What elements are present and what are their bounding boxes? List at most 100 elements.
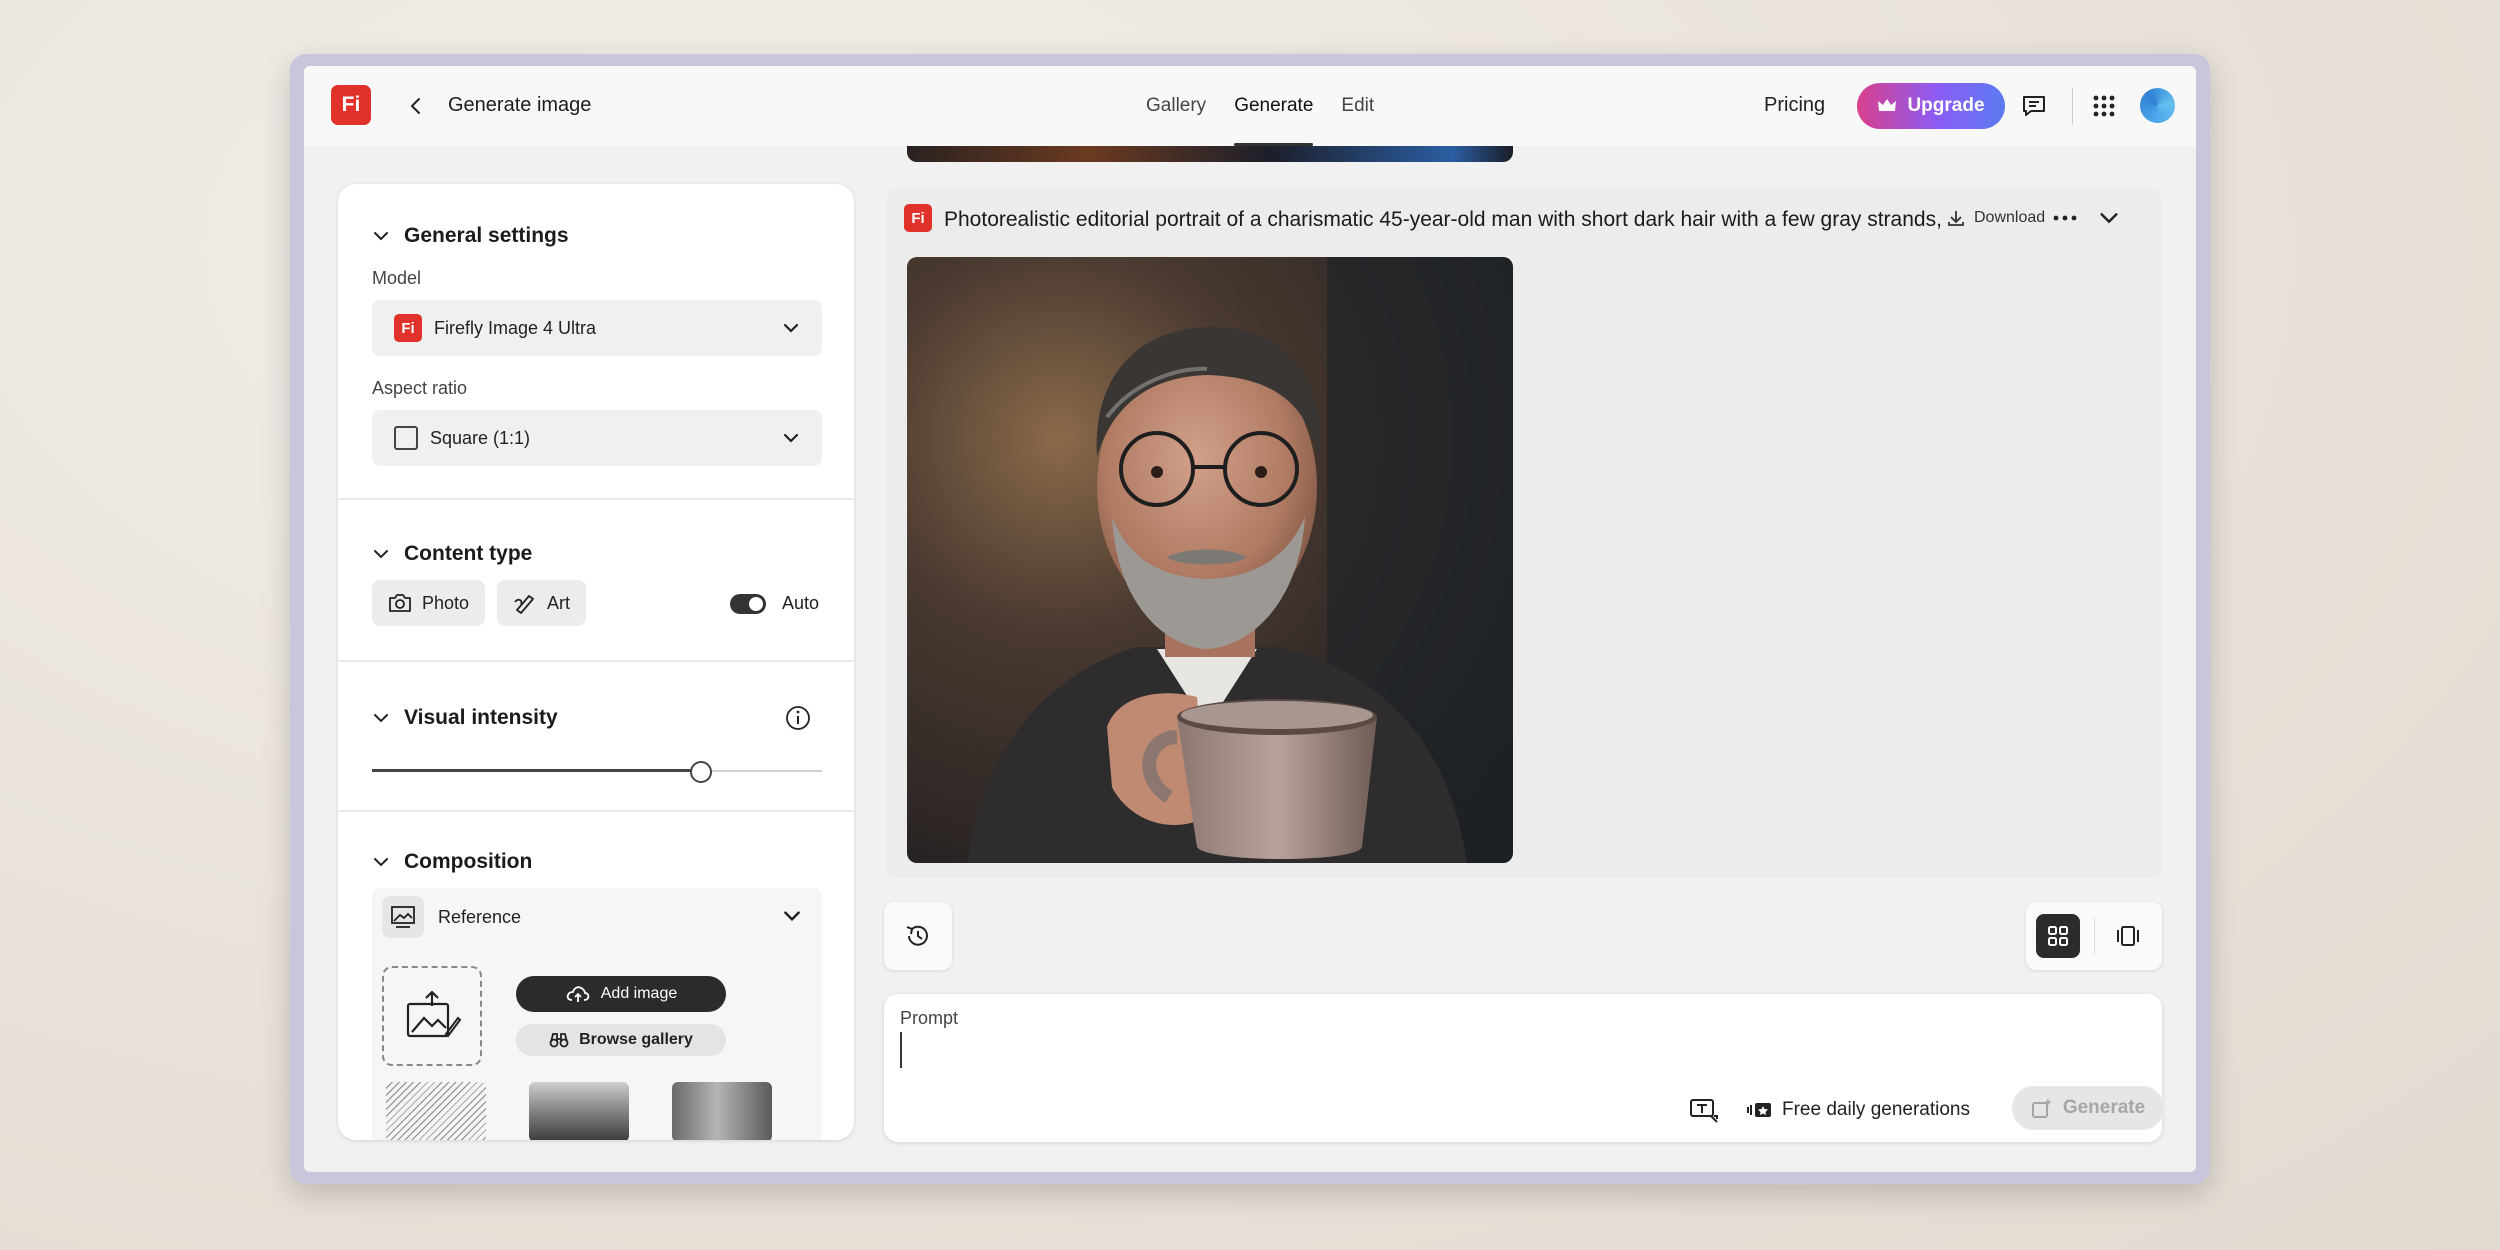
app-window: Fi Generate image Gallery Generate Edit …: [304, 66, 2196, 1172]
chevron-down-icon: [374, 858, 388, 867]
intensity-slider-fill: [372, 769, 701, 772]
download-button[interactable]: Download: [1946, 208, 2045, 228]
feedback-button[interactable]: [2016, 88, 2052, 124]
top-bar: Fi Generate image Gallery Generate Edit …: [304, 66, 2196, 146]
general-settings-header[interactable]: General settings: [372, 224, 569, 248]
tab-edit[interactable]: Edit: [1327, 66, 1388, 146]
result-prompt: Photorealistic editorial portrait of a c…: [944, 208, 1942, 231]
info-icon[interactable]: [784, 704, 812, 732]
chevron-down-icon: [783, 323, 799, 333]
grid-view-icon: [2048, 926, 2068, 946]
free-daily-generations-label: Free daily generations: [1782, 1099, 1970, 1120]
pricing-link[interactable]: Pricing: [1764, 94, 1825, 117]
previous-image-strip[interactable]: [907, 146, 1513, 162]
browse-gallery-button[interactable]: Browse gallery: [516, 1024, 726, 1056]
binoculars-icon: [549, 1033, 569, 1048]
add-image-button[interactable]: Add image: [516, 976, 726, 1012]
generate-label: Generate: [2062, 1097, 2146, 1118]
chevron-down-icon: [374, 714, 388, 723]
portrait-image: [907, 257, 1513, 863]
tab-gallery[interactable]: Gallery: [1132, 66, 1220, 146]
content-type-title: Content type: [404, 542, 533, 565]
aspect-ratio-label: Aspect ratio: [372, 378, 468, 398]
download-icon: [1948, 211, 1964, 226]
single-view-button[interactable]: [2106, 914, 2150, 958]
grid-view-button[interactable]: [2036, 914, 2080, 958]
chevron-down-icon[interactable]: [782, 906, 802, 926]
composition-title: Composition: [404, 850, 533, 873]
credits-button[interactable]: [1744, 1094, 1776, 1126]
history-icon: [906, 925, 928, 946]
apps-button[interactable]: [2086, 88, 2122, 124]
main-nav: Gallery Generate Edit: [1132, 66, 1388, 146]
history-button[interactable]: [884, 902, 952, 970]
download-label: Download: [1974, 209, 2046, 226]
model-dropdown[interactable]: Fi Firefly Image 4 Ultra: [372, 300, 822, 356]
firefly-logo: Fi: [904, 204, 932, 232]
art-label: Art: [547, 592, 571, 613]
auto-label: Auto: [782, 593, 820, 613]
prompt-panel: Prompt Free daily generations Generate: [884, 994, 2164, 1142]
add-image-label: Add image: [600, 985, 678, 1002]
section-divider: [338, 660, 854, 662]
brush-icon: [514, 595, 534, 614]
upload-reference-dropzone[interactable]: [382, 966, 482, 1066]
square-icon: [394, 426, 418, 450]
content-type-header[interactable]: Content type: [372, 542, 532, 566]
chevron-down-icon: [374, 550, 388, 559]
photo-label: Photo: [422, 592, 470, 613]
tab-generate[interactable]: Generate: [1220, 66, 1327, 146]
visual-intensity-header[interactable]: Visual intensity: [372, 706, 558, 730]
chevron-down-icon: [783, 433, 799, 443]
firefly-logo[interactable]: Fi: [331, 85, 371, 125]
intensity-slider-track[interactable]: [372, 769, 822, 772]
reference-thumbnail[interactable]: [672, 1082, 772, 1140]
reference-thumbnail[interactable]: [529, 1082, 629, 1140]
art-option[interactable]: Art: [497, 580, 587, 626]
cloud-upload-icon: [566, 986, 590, 1002]
prompt-label: Prompt: [900, 1008, 959, 1028]
reference-thumbnail[interactable]: [386, 1082, 486, 1140]
generation-result-card: Fi Photorealistic editorial portrait of …: [886, 188, 2162, 878]
generate-button[interactable]: Generate: [2012, 1086, 2164, 1130]
upgrade-button[interactable]: Upgrade: [1857, 83, 2005, 129]
header-divider: [2072, 88, 2073, 124]
section-divider: [338, 810, 854, 812]
prompt-input[interactable]: [900, 1032, 2100, 1068]
user-avatar[interactable]: [2140, 88, 2175, 123]
intensity-slider-handle[interactable]: [689, 761, 712, 783]
firefly-model-logo: Fi: [394, 314, 422, 342]
reference-label: Reference: [438, 907, 522, 927]
chevron-down-icon: [374, 232, 388, 241]
aspect-ratio-value: Square (1:1): [430, 427, 531, 448]
page-title: Generate image: [448, 94, 592, 116]
view-toggle-divider: [2094, 918, 2095, 954]
more-options-icon[interactable]: [2050, 206, 2080, 230]
view-mode-toggle: [2026, 902, 2162, 970]
generate-sparkle-icon: [2031, 1098, 2052, 1118]
text-image-icon: [1690, 1099, 1718, 1123]
text-to-image-settings-button[interactable]: [1688, 1094, 1720, 1126]
chevron-left-icon: [411, 98, 420, 114]
photo-option[interactable]: Photo: [372, 580, 486, 626]
single-view-icon: [2117, 926, 2139, 946]
visual-intensity-title: Visual intensity: [404, 706, 558, 729]
back-button[interactable]: [400, 90, 432, 122]
section-divider: [338, 498, 854, 500]
model-value: Firefly Image 4 Ultra: [434, 317, 597, 338]
model-label: Model: [372, 268, 422, 288]
chat-icon: [2023, 96, 2045, 116]
reference-section: Reference Add image Browse gallery: [372, 888, 822, 1140]
apps-grid-icon: [2093, 95, 2115, 117]
credits-icon: [1747, 1103, 1771, 1117]
auto-toggle[interactable]: [730, 594, 766, 614]
crown-icon: [1878, 99, 1897, 111]
reference-image-icon: [382, 896, 424, 938]
composition-header[interactable]: Composition: [372, 850, 532, 874]
chevron-down-icon[interactable]: [2098, 206, 2120, 230]
image-upload-icon: [406, 990, 462, 1038]
camera-icon: [389, 594, 411, 612]
generated-image[interactable]: [907, 257, 1513, 863]
aspect-ratio-dropdown[interactable]: Square (1:1): [372, 410, 822, 466]
upgrade-label: Upgrade: [1907, 95, 1985, 116]
